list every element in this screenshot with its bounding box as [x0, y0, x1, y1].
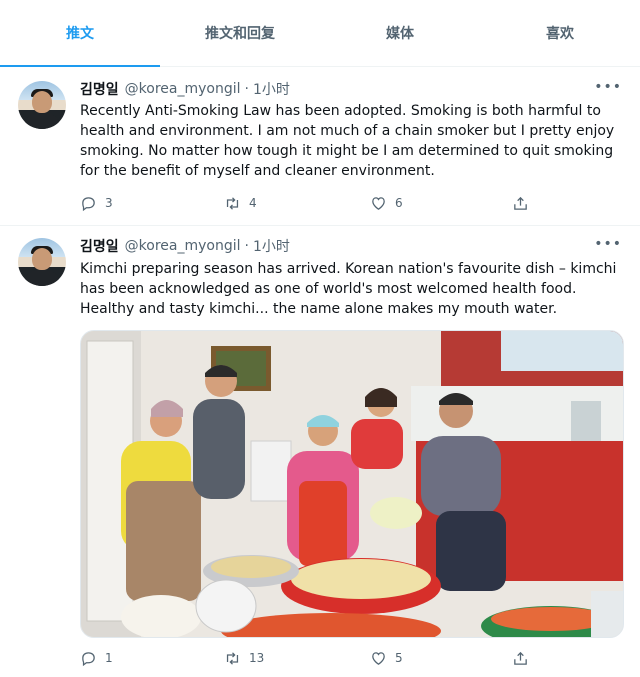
user-name[interactable]: 김명일 [80, 236, 119, 256]
tweet-photo[interactable] [80, 330, 624, 638]
reply-button[interactable]: 3 [80, 195, 113, 212]
timestamp[interactable]: 1小时 [253, 236, 290, 256]
avatar[interactable] [18, 81, 66, 129]
avatar[interactable] [18, 238, 66, 286]
share-icon [514, 196, 527, 210]
reply-icon [82, 196, 95, 211]
tweet-actions: 3 4 6 [80, 193, 530, 213]
tweet-text: Recently Anti-Smoking Law has been adopt… [80, 103, 615, 179]
tab-label: 推文和回复 [205, 26, 275, 42]
retweet-count: 4 [249, 196, 257, 210]
tweet-header: 김명일 @korea_myongil · 1小时 [80, 79, 290, 99]
profile-tabs: 推文 推文和回复 媒体 喜欢 [0, 0, 640, 67]
share-icon [514, 651, 527, 665]
share-button[interactable] [512, 650, 537, 667]
avatar-face [32, 91, 52, 113]
like-icon [372, 651, 385, 665]
tab-label: 喜欢 [546, 26, 574, 42]
timestamp[interactable]: 1小时 [253, 79, 290, 99]
user-name[interactable]: 김명일 [80, 79, 119, 99]
like-count: 5 [395, 651, 403, 665]
user-handle[interactable]: @korea_myongil [125, 238, 241, 254]
avatar-suit [24, 270, 60, 286]
retweet-icon [226, 196, 239, 210]
retweet-button[interactable]: 4 [224, 195, 257, 212]
retweet-count: 13 [249, 651, 265, 665]
dot-separator: · [244, 81, 249, 97]
kimchi-photo-illustration [81, 331, 623, 637]
share-button[interactable] [512, 195, 537, 212]
like-icon [372, 196, 385, 210]
reply-count: 3 [105, 196, 113, 210]
tweet-text: Kimchi preparing season has arrived. Kor… [80, 261, 617, 317]
user-handle[interactable]: @korea_myongil [125, 81, 241, 97]
like-button[interactable]: 6 [370, 195, 403, 212]
avatar-suit [24, 113, 60, 129]
tab-likes[interactable]: 喜欢 [480, 0, 640, 66]
reply-button[interactable]: 1 [80, 650, 113, 667]
tab-tweets-and-replies[interactable]: 推文和回复 [160, 0, 320, 66]
retweet-button[interactable]: 13 [224, 650, 264, 667]
like-count: 6 [395, 196, 403, 210]
tab-tweets[interactable]: 推文 [0, 0, 160, 67]
tab-label: 推文 [66, 26, 94, 42]
more-icon[interactable]: ••• [594, 79, 622, 95]
retweet-icon [226, 651, 239, 665]
dot-separator: · [244, 238, 249, 254]
like-button[interactable]: 5 [370, 650, 403, 667]
tab-media[interactable]: 媒体 [320, 0, 480, 66]
more-icon[interactable]: ••• [594, 236, 622, 252]
avatar-face [32, 248, 52, 270]
reply-count: 1 [105, 651, 113, 665]
tweet-actions: 1 13 5 [80, 648, 530, 668]
reply-icon [82, 651, 95, 666]
tweet-header: 김명일 @korea_myongil · 1小时 [80, 236, 290, 256]
tab-label: 媒体 [386, 26, 414, 42]
tweet[interactable]: 김명일 @korea_myongil · 1小时 ••• Recently An… [0, 67, 640, 226]
